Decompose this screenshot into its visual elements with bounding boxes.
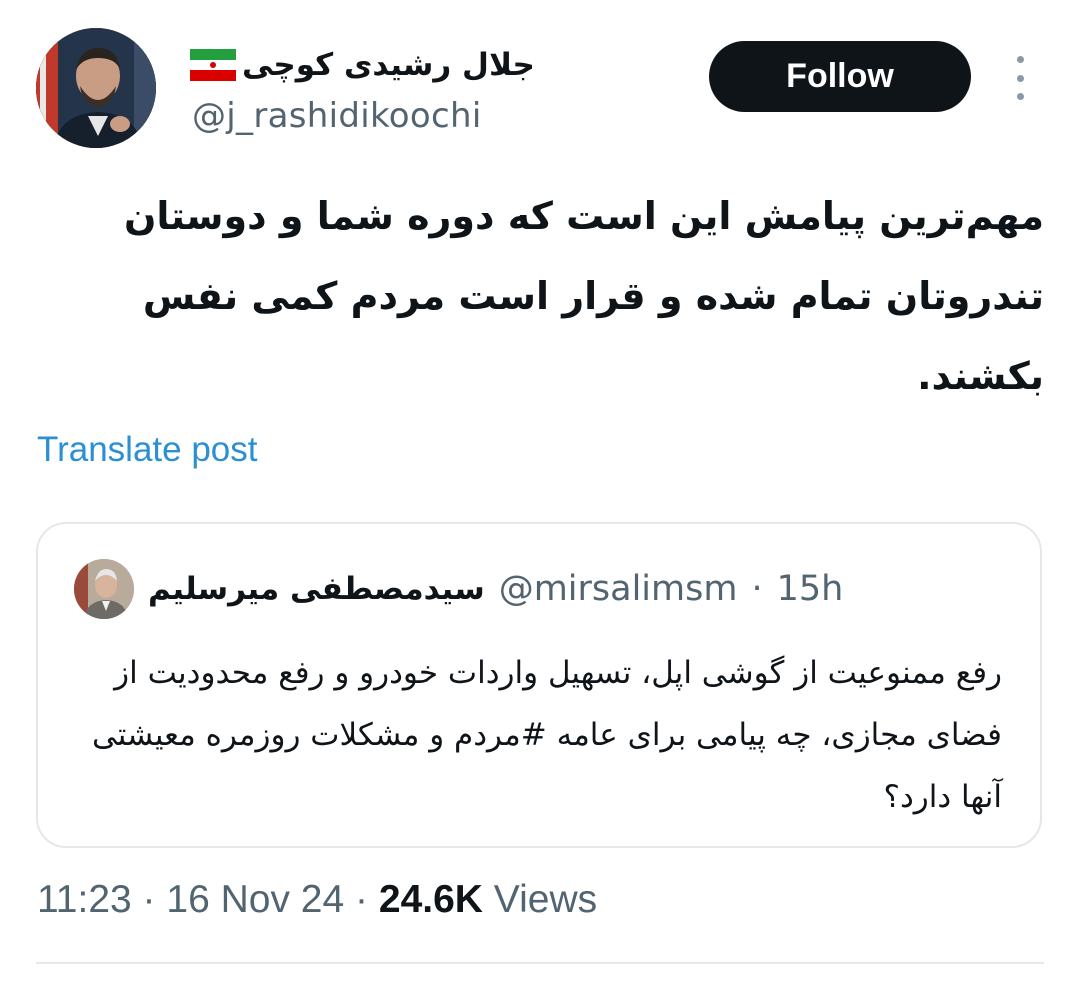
meta-separator: · — [142, 878, 156, 921]
follow-button[interactable]: Follow — [709, 41, 971, 112]
quoted-author-name: سیدمصطفی میرسلیم — [148, 571, 485, 607]
quoted-tweet-card[interactable]: سیدمصطفی میرسلیم @mirsalimsm · 15h رفع م… — [36, 522, 1042, 848]
iran-flag-icon — [190, 49, 236, 81]
translate-post-link[interactable]: Translate post — [37, 430, 257, 470]
quoted-tweet-text: رفع ممنوعیت از گوشی اپل، تسهیل واردات خو… — [91, 655, 1002, 815]
author-avatar-image — [36, 28, 156, 148]
views-count: 24.6K — [378, 878, 483, 921]
quoted-time: 15h — [776, 569, 844, 609]
author-name-row[interactable]: جلال رشیدی کوچی — [190, 40, 535, 90]
more-vertical-icon[interactable] — [1006, 56, 1034, 100]
author-display-name: جلال رشیدی کوچی — [242, 47, 535, 83]
author-handle[interactable]: @j_rashidikoochi — [192, 96, 482, 136]
tweet-meta: 11:23 · 16 Nov 24 · 24.6K Views — [37, 878, 597, 922]
views-label: Views — [493, 878, 598, 921]
author-avatar[interactable] — [36, 28, 156, 148]
meta-separator-2: · — [355, 878, 369, 921]
quoted-separator: · — [751, 569, 763, 609]
tweet-text: مهم‌ترین پیامش این است که دوره شما و دوس… — [123, 194, 1044, 398]
tweet-date: 16 Nov 24 — [166, 878, 345, 921]
quoted-tweet-header: سیدمصطفی میرسلیم @mirsalimsm · 15h — [74, 558, 843, 620]
divider — [36, 962, 1044, 964]
quoted-author-handle: @mirsalimsm — [498, 569, 738, 609]
tweet-time: 11:23 — [37, 878, 132, 921]
quoted-author-avatar — [74, 559, 134, 619]
